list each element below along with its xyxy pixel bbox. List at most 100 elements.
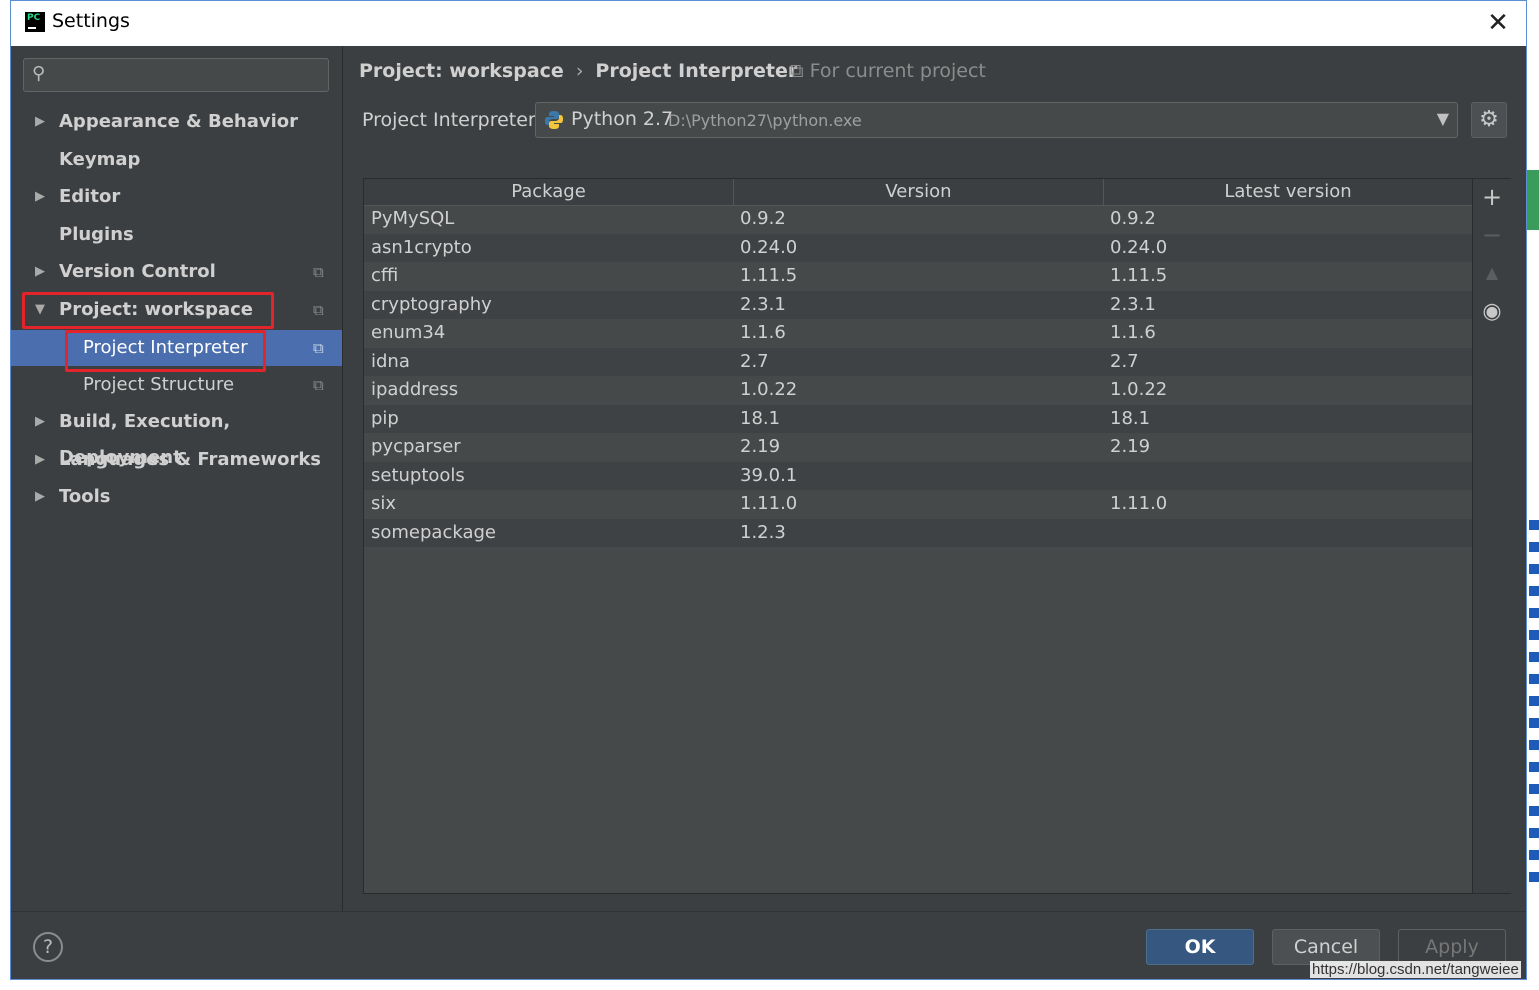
annotation-highlight-box xyxy=(65,330,266,372)
project-scope-icon: ⧉ xyxy=(313,339,324,357)
package-name-cell: setuptools xyxy=(371,465,465,486)
latest-version-cell: 1.11.5 xyxy=(1110,265,1168,286)
expand-arrow-icon[interactable]: ▶ xyxy=(35,479,45,515)
package-name-cell: cffi xyxy=(371,265,399,286)
gear-icon[interactable]: ⚙ xyxy=(1471,102,1507,138)
background-edge-right-accent xyxy=(1527,170,1539,230)
column-header-version[interactable]: Version xyxy=(734,179,1104,205)
background-edge-right-accent xyxy=(1529,520,1539,890)
eye-icon[interactable]: ◉ xyxy=(1473,299,1511,324)
version-cell: 39.0.1 xyxy=(740,465,798,486)
version-cell: 1.1.6 xyxy=(740,322,786,343)
sidebar-item-tools[interactable]: ▶ Tools xyxy=(11,479,342,515)
table-row[interactable]: cffi 1.11.5 1.11.5 xyxy=(364,262,1472,290)
latest-version-cell: 1.1.6 xyxy=(1110,322,1156,343)
interpreter-name: Python 2.7 xyxy=(571,108,674,130)
table-row[interactable]: pip 18.1 18.1 xyxy=(364,405,1472,433)
package-name-cell: enum34 xyxy=(371,322,446,343)
sidebar-item-label: Languages & Frameworks xyxy=(59,449,322,470)
sidebar-item-editor[interactable]: ▶ Editor xyxy=(11,179,342,215)
version-cell: 1.0.22 xyxy=(740,379,798,400)
latest-version-cell: 1.11.0 xyxy=(1110,493,1168,514)
watermark-text: https://blog.csdn.net/tangweiee xyxy=(1310,961,1521,978)
table-row[interactable]: enum34 1.1.6 1.1.6 xyxy=(364,319,1472,347)
chevron-down-icon[interactable]: ▼ xyxy=(1437,109,1449,128)
latest-version-cell: 2.3.1 xyxy=(1110,294,1156,315)
column-header-latest-version[interactable]: Latest version xyxy=(1104,179,1472,205)
latest-version-cell: 0.24.0 xyxy=(1110,237,1168,258)
latest-version-cell: 1.0.22 xyxy=(1110,379,1168,400)
version-cell: 0.24.0 xyxy=(740,237,798,258)
breadcrumb-current: Project Interpreter xyxy=(595,60,798,82)
package-name-cell: PyMySQL xyxy=(371,208,455,229)
table-row[interactable]: pycparser 2.19 2.19 xyxy=(364,433,1472,461)
settings-dialog: PC Settings ✕ ⚲ ▶ Appearance & Behavior … xyxy=(10,0,1527,980)
sidebar-item-label: Keymap xyxy=(59,149,141,170)
dialog-footer: ? OK Cancel Apply xyxy=(11,911,1526,979)
close-icon[interactable]: ✕ xyxy=(1484,9,1512,37)
package-name-cell: idna xyxy=(371,351,410,372)
add-package-icon[interactable]: + xyxy=(1473,183,1511,211)
sidebar-item-languages-frameworks[interactable]: ▶ Languages & Frameworks xyxy=(11,442,342,478)
packages-table: Package Version Latest version PyMySQL 0… xyxy=(363,178,1511,894)
package-name-cell: pip xyxy=(371,408,399,429)
sidebar-item-label: Version Control xyxy=(59,261,216,282)
remove-package-icon[interactable]: − xyxy=(1473,221,1511,249)
project-scope-icon: ⧉ xyxy=(313,301,324,319)
table-row[interactable]: six 1.11.0 1.11.0 xyxy=(364,490,1472,518)
version-cell: 2.3.1 xyxy=(740,294,786,315)
sidebar-item-version-control[interactable]: ▶ Version Control ⧉ xyxy=(11,254,342,290)
column-header-package[interactable]: Package xyxy=(364,179,734,205)
sidebar-item-label: Editor xyxy=(59,186,121,207)
expand-arrow-icon[interactable]: ▶ xyxy=(35,179,45,215)
table-header: Package Version Latest version xyxy=(364,179,1472,206)
title-bar: PC Settings ✕ xyxy=(11,1,1526,46)
table-row[interactable]: idna 2.7 2.7 xyxy=(364,348,1472,376)
package-name-cell: six xyxy=(371,493,397,514)
version-cell: 2.19 xyxy=(740,436,781,457)
breadcrumb-separator: › xyxy=(575,60,584,82)
settings-sidebar: ⚲ ▶ Appearance & Behavior Keymap ▶ Edito… xyxy=(11,46,343,911)
package-name-cell: pycparser xyxy=(371,436,461,457)
project-scope-icon: ⧉ xyxy=(313,376,324,394)
version-cell: 2.7 xyxy=(740,351,769,372)
version-cell: 1.11.5 xyxy=(740,265,798,286)
package-toolbar: + − ▲ ◉ xyxy=(1472,179,1511,893)
sidebar-item-label: Appearance & Behavior xyxy=(59,111,299,132)
apply-button[interactable]: Apply xyxy=(1398,929,1506,965)
sidebar-item-appearance-behavior[interactable]: ▶ Appearance & Behavior xyxy=(11,104,342,140)
expand-arrow-icon[interactable]: ▶ xyxy=(35,442,45,478)
expand-arrow-icon[interactable]: ▶ xyxy=(35,254,45,290)
help-icon[interactable]: ? xyxy=(33,932,63,962)
latest-version-cell: 2.7 xyxy=(1110,351,1139,372)
table-row[interactable]: PyMySQL 0.9.2 0.9.2 xyxy=(364,205,1472,233)
cancel-button[interactable]: Cancel xyxy=(1272,929,1380,965)
version-cell: 0.9.2 xyxy=(740,208,786,229)
pycharm-app-icon: PC xyxy=(25,12,45,32)
table-row[interactable]: somepackage 1.2.3 xyxy=(364,519,1472,547)
expand-arrow-icon[interactable]: ▶ xyxy=(35,404,45,440)
version-cell: 18.1 xyxy=(740,408,781,429)
latest-version-cell: 0.9.2 xyxy=(1110,208,1156,229)
latest-version-cell: 18.1 xyxy=(1110,408,1151,429)
table-row[interactable]: cryptography 2.3.1 2.3.1 xyxy=(364,291,1472,319)
sidebar-item-keymap[interactable]: Keymap xyxy=(11,142,342,178)
table-row[interactable]: ipaddress 1.0.22 1.0.22 xyxy=(364,376,1472,404)
package-name-cell: somepackage xyxy=(371,522,496,543)
annotation-highlight-box xyxy=(22,292,274,329)
package-name-cell: ipaddress xyxy=(371,379,459,400)
interpreter-select[interactable]: Python 2.7 D:\Python27\python.exe ▼ xyxy=(535,102,1458,138)
table-row[interactable]: setuptools 39.0.1 xyxy=(364,462,1472,490)
sidebar-item-build-execution-deployment[interactable]: ▶ Build, Execution, Deployment xyxy=(11,404,342,468)
version-cell: 1.11.0 xyxy=(740,493,798,514)
interpreter-label: Project Interpreter: xyxy=(362,109,542,131)
table-row[interactable]: asn1crypto 0.24.0 0.24.0 xyxy=(364,234,1472,262)
sidebar-item-plugins[interactable]: Plugins xyxy=(11,217,342,253)
python-icon xyxy=(545,111,563,129)
package-name-cell: asn1crypto xyxy=(371,237,472,258)
search-input[interactable]: ⚲ xyxy=(23,58,329,92)
ok-button[interactable]: OK xyxy=(1146,929,1254,965)
sidebar-item-project-structure[interactable]: Project Structure ⧉ xyxy=(11,367,342,403)
expand-arrow-icon[interactable]: ▶ xyxy=(35,104,45,140)
upgrade-package-icon[interactable]: ▲ xyxy=(1473,263,1511,282)
